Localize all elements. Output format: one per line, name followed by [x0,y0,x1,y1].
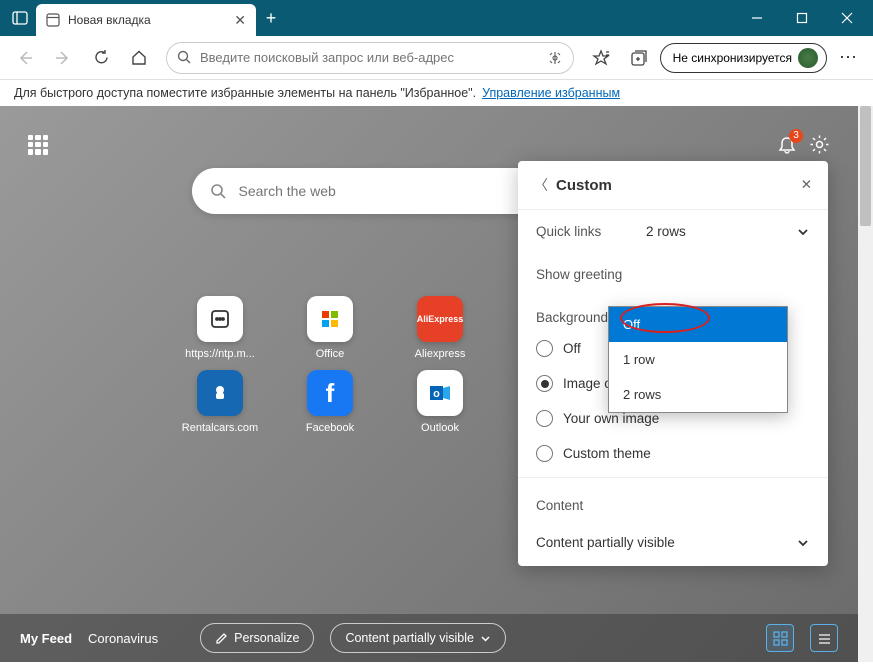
pencil-icon [215,632,228,645]
setting-value: 2 rows [646,224,796,239]
panel-back-button[interactable]: 〈 [534,175,548,195]
manage-favorites-link[interactable]: Управление избранным [482,86,620,100]
ntp-bottom-bar: My Feed Coronavirus Personalize Content … [0,614,858,662]
quick-links-dropdown: Off 1 row 2 rows [608,306,788,413]
chevron-down-icon [480,633,491,644]
quick-link-tile[interactable]: o Outlook [390,370,490,434]
quick-link-tile[interactable]: Office [280,296,380,360]
tile-label: Facebook [306,422,354,434]
quick-link-tile[interactable]: f Facebook [280,370,380,434]
layout-list-button[interactable] [810,624,838,652]
search-icon [177,50,192,65]
tile-label: Aliexpress [415,348,466,360]
radio-icon [536,410,553,427]
content-vis-label: Content partially visible [345,631,474,645]
coronavirus-link[interactable]: Coronavirus [88,631,158,646]
tab-actions-button[interactable] [4,2,36,34]
content-section-label: Content [518,484,828,519]
notification-badge: 3 [789,129,803,143]
vertical-scrollbar[interactable] [858,106,873,662]
collections-button[interactable] [622,41,656,75]
setting-label: Show greeting [536,267,646,282]
quick-link-tile[interactable]: Rentalcars.com [170,370,270,434]
tile-label: Office [316,348,345,360]
chevron-down-icon [796,225,810,239]
read-aloud-button[interactable] [547,50,563,66]
dropdown-option-2rows[interactable]: 2 rows [609,377,787,412]
tab-title: Новая вкладка [68,13,226,27]
profile-avatar [798,48,818,68]
address-bar[interactable] [166,42,574,74]
radio-icon [536,375,553,392]
search-icon [210,183,227,200]
favorites-button[interactable] [584,41,618,75]
setting-label: Quick links [536,224,646,239]
scrollbar-thumb[interactable] [860,106,871,226]
bg-option-custom-theme[interactable]: Custom theme [518,436,828,471]
personalize-button[interactable]: Personalize [200,623,314,653]
home-button[interactable] [122,41,156,75]
radio-label: Your own image [563,411,659,426]
favorites-hint-text: Для быстрого доступа поместите избранные… [14,86,476,100]
dropdown-option-1row[interactable]: 1 row [609,342,787,377]
panel-close-button[interactable]: ✕ [801,177,812,193]
window-maximize-button[interactable] [779,0,824,36]
personalize-label: Personalize [234,631,299,645]
svg-text:o: o [433,388,440,400]
tab-close-button[interactable]: ✕ [234,12,246,29]
radio-label: Off [563,341,581,356]
tile-label: Rentalcars.com [182,422,258,434]
reload-button[interactable] [84,41,118,75]
my-feed-link[interactable]: My Feed [20,631,72,646]
favorites-hint-bar: Для быстрого доступа поместите избранные… [0,80,873,106]
new-tab-button[interactable]: + [256,8,286,29]
radio-icon [536,445,553,462]
panel-title: Custom [556,177,793,194]
sync-label: Не синхронизируется [673,51,792,65]
notifications-button[interactable]: 3 [777,135,797,155]
page-icon [46,13,60,27]
quick-link-tile[interactable]: https://ntp.m... [170,296,270,360]
tile-label: https://ntp.m... [185,348,255,360]
radio-label: Custom theme [563,446,651,461]
content-visibility-button[interactable]: Content partially visible [330,623,506,653]
quick-links-setting-row[interactable]: Quick links 2 rows [518,210,828,253]
address-input[interactable] [200,50,539,65]
page-settings-button[interactable] [809,134,830,155]
settings-menu-button[interactable]: ⋯ [831,47,865,68]
window-minimize-button[interactable] [734,0,779,36]
chevron-down-icon [796,536,810,550]
page-settings-panel: 〈 Custom ✕ Quick links 2 rows Show greet… [518,161,828,566]
quick-link-tile[interactable]: AliExpress Aliexpress [390,296,490,360]
tile-label: Outlook [421,422,459,434]
nav-forward-button[interactable] [46,41,80,75]
dropdown-option-off[interactable]: Off [609,307,787,342]
apps-launcher-button[interactable] [28,135,48,155]
profile-sync-button[interactable]: Не синхронизируется [660,43,827,73]
gear-icon [809,134,830,155]
quick-links-grid: https://ntp.m... Office AliExpress Aliex… [170,296,490,434]
radio-icon [536,340,553,357]
nav-back-button[interactable] [8,41,42,75]
layout-grid-button[interactable] [766,624,794,652]
window-close-button[interactable] [824,0,869,36]
setting-value: Content partially visible [536,535,796,550]
greeting-setting-row[interactable]: Show greeting [518,253,828,296]
content-visibility-row[interactable]: Content partially visible [518,519,828,566]
browser-tab[interactable]: Новая вкладка ✕ [36,4,256,36]
